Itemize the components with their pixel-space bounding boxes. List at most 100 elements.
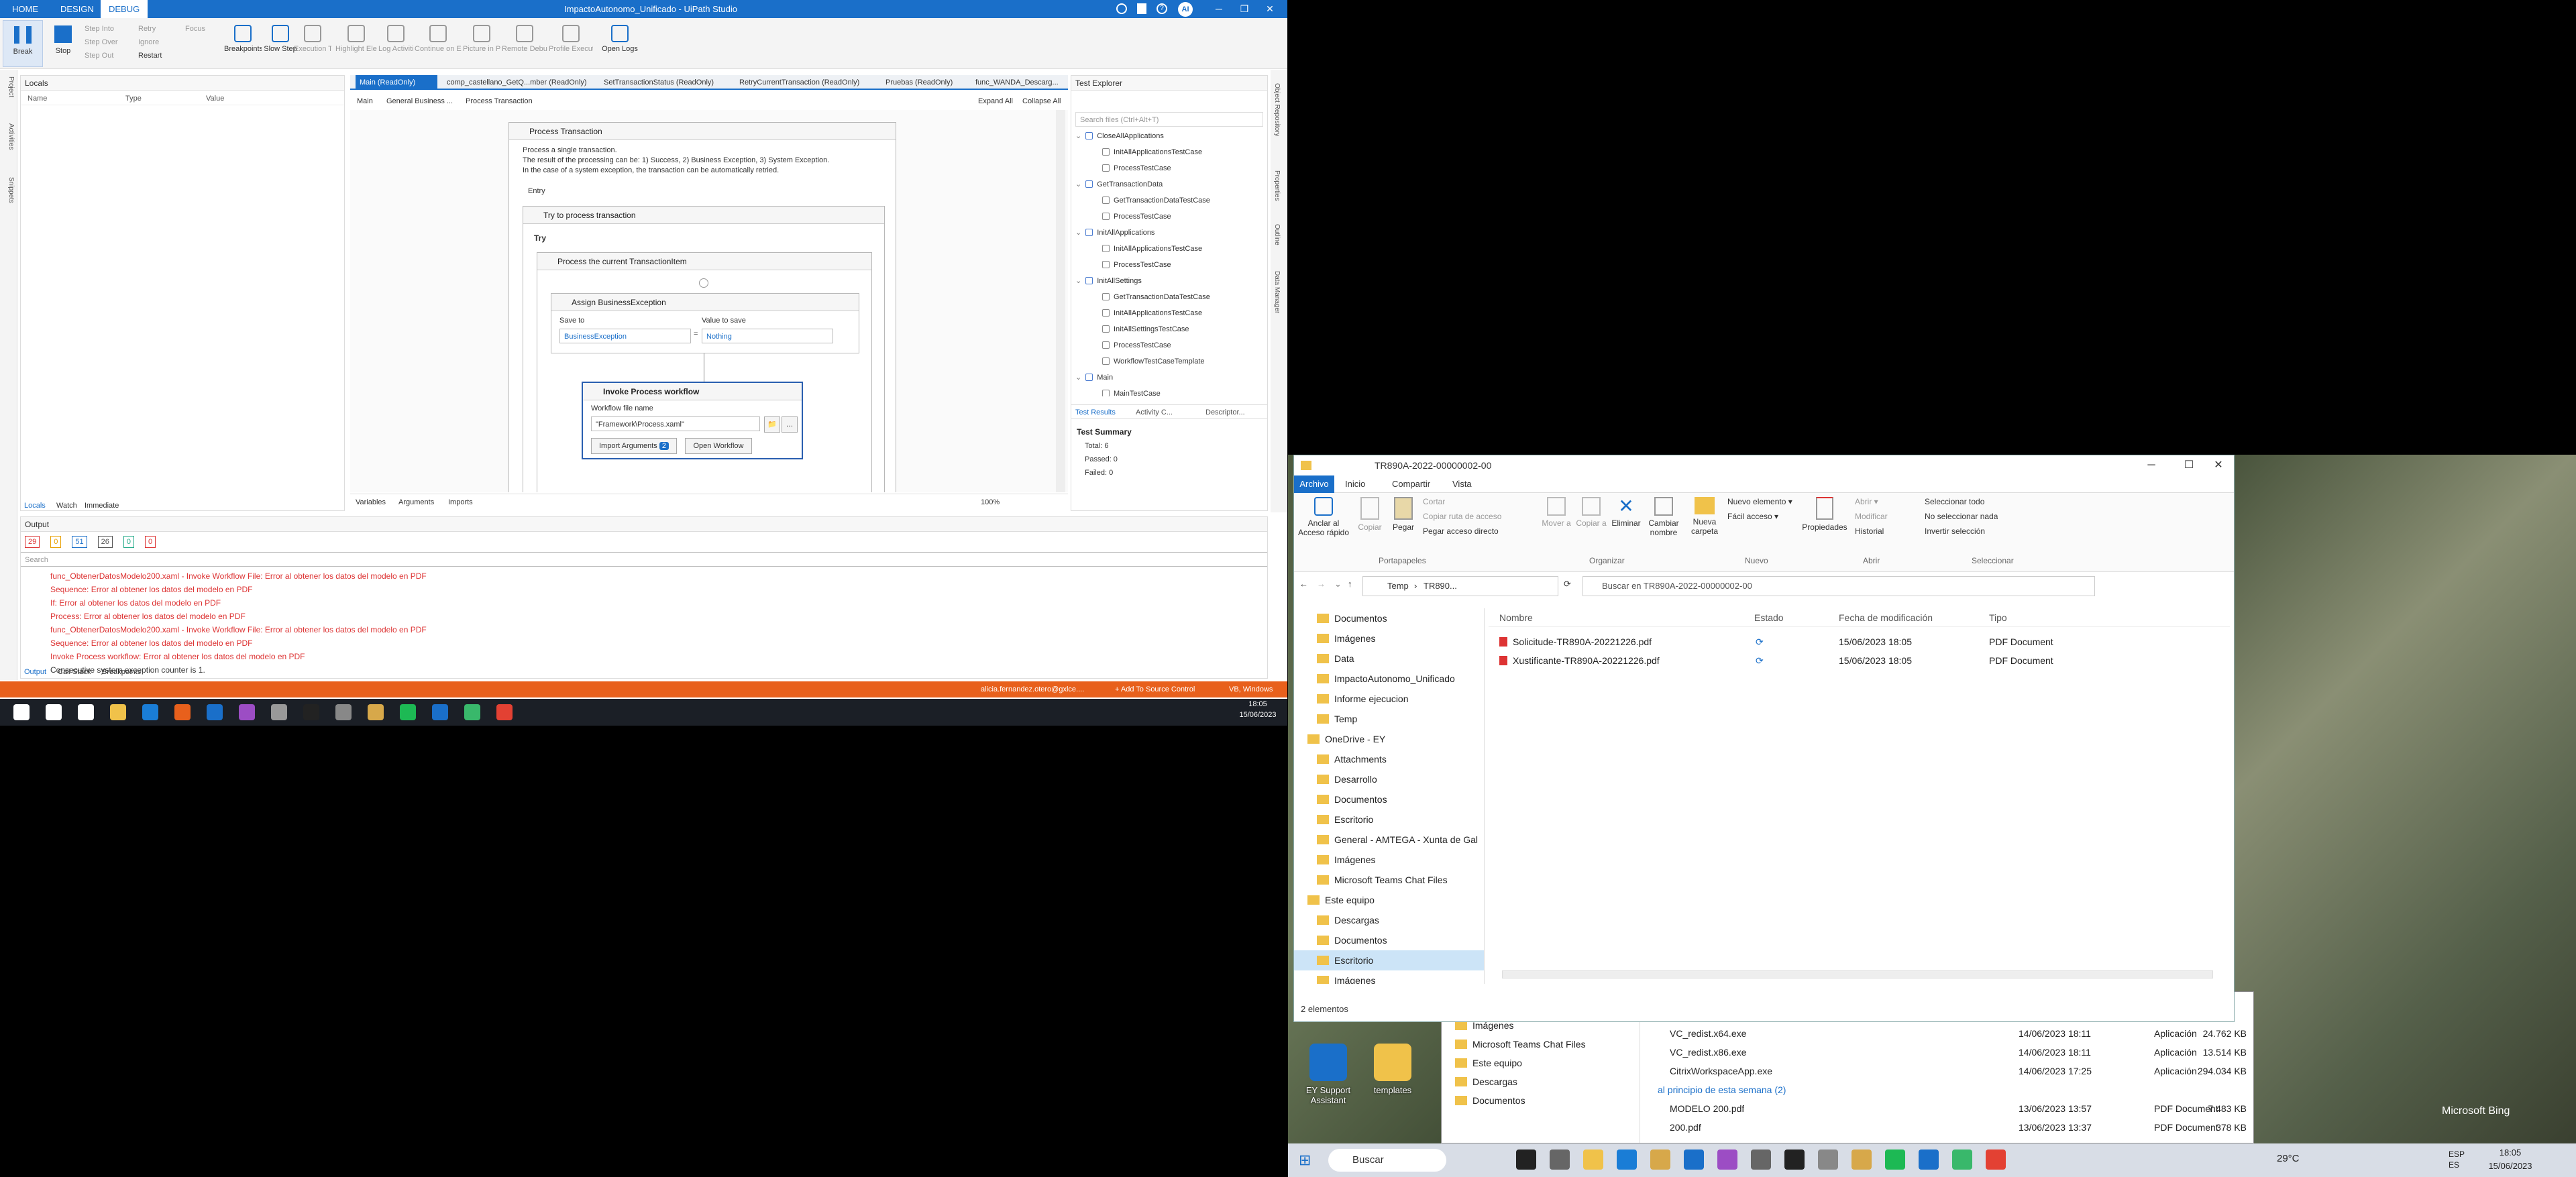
tab-debug[interactable]: DEBUG <box>101 0 148 18</box>
slow-step-button[interactable]: Slow Step <box>263 22 298 66</box>
picture-in-picture-button[interactable]: Picture in Picture <box>463 22 500 66</box>
expand-all-link[interactable]: Expand All <box>978 94 1013 109</box>
output-tab[interactable]: Output <box>24 665 46 679</box>
file-row[interactable]: VC_redist.x64.exe 14/06/2023 18:11 Aplicac… <box>1650 1024 2247 1043</box>
forward-icon[interactable]: → <box>1317 579 1326 589</box>
abrir-button[interactable]: Abrir ▾ <box>1855 497 1878 506</box>
task-view-icon[interactable] <box>78 704 94 720</box>
add-activity-icon[interactable] <box>699 278 708 288</box>
zoom-level[interactable]: 100% <box>981 494 1000 510</box>
step-over-button[interactable]: Step Over <box>85 36 138 49</box>
nav-item[interactable]: OneDrive - EY <box>1294 729 1484 749</box>
col-estado[interactable]: Estado <box>1754 612 1784 623</box>
facil-acceso-button[interactable]: Fácil acceso ▾ <box>1727 512 1778 521</box>
cambiar-nombre-button[interactable]: Cambiar nombre <box>1644 497 1683 537</box>
cortar-button[interactable]: Cortar <box>1423 497 1445 506</box>
refresh-icon[interactable]: ⟳ <box>1564 579 1571 590</box>
breadcrumb-main[interactable]: Main <box>357 94 373 109</box>
tab-immediate[interactable]: Immediate <box>85 499 119 512</box>
tab-design[interactable]: DESIGN <box>52 0 102 18</box>
nav-item[interactable]: Imágenes <box>1294 628 1484 649</box>
nav-item[interactable]: Este equipo <box>1294 890 1484 910</box>
nav-item[interactable]: Imágenes <box>1294 970 1484 984</box>
edge-icon[interactable] <box>142 704 158 720</box>
rail-data-manager[interactable]: Data Manager <box>1273 271 1281 313</box>
teams-icon[interactable] <box>239 704 255 720</box>
test-case[interactable]: ProcessTestCase <box>1075 257 1263 273</box>
restart-button[interactable]: Restart <box>138 49 185 62</box>
explorer-search-input[interactable]: Buscar en TR890A-2022-00000002-00 <box>1582 576 2095 596</box>
uipath-studio-icon[interactable] <box>1919 1150 1939 1170</box>
rail-object-repository[interactable]: Object Repository <box>1273 83 1281 136</box>
historial-button[interactable]: Historial <box>1855 526 1884 536</box>
file-explorer-icon[interactable] <box>110 704 126 720</box>
nav-item[interactable]: Desarrollo <box>1294 769 1484 789</box>
file-row[interactable]: VC_redist.x86.exe 14/06/2023 18:11 Aplicac… <box>1650 1043 2247 1062</box>
teams-icon[interactable] <box>1717 1150 1737 1170</box>
ey-icon[interactable] <box>1516 1150 1536 1170</box>
rail-properties[interactable]: Properties <box>1273 170 1281 201</box>
nuevo-elemento-button[interactable]: Nuevo elemento ▾ <box>1727 497 1792 506</box>
test-case[interactable]: InitAllApplicationsTestCase <box>1075 305 1263 321</box>
pegar-button[interactable]: Pegar <box>1387 497 1420 532</box>
variables-tab[interactable]: Variables <box>356 494 386 510</box>
output-filter-count[interactable]: 51 <box>72 536 87 548</box>
back-icon[interactable]: ← <box>1299 579 1308 589</box>
nav-item[interactable]: Imágenes <box>1294 850 1484 870</box>
nav-item[interactable]: Microsoft Teams Chat Files <box>1294 870 1484 890</box>
ignore-button[interactable]: Ignore <box>138 36 185 49</box>
mover-button[interactable]: Mover a <box>1540 497 1573 528</box>
file-row[interactable]: MODELO 200.pdf 13/06/2023 13:57 PDF Docume… <box>1650 1099 2247 1118</box>
taskbar-search[interactable]: Buscar <box>1328 1149 1446 1172</box>
rail-outline[interactable]: Outline <box>1273 224 1281 245</box>
test-case[interactable]: ProcessTestCase <box>1075 160 1263 176</box>
arguments-tab[interactable]: Arguments <box>398 494 434 510</box>
step-into-button[interactable]: Step Into <box>85 22 138 36</box>
more-button[interactable]: … <box>782 416 798 433</box>
nueva-carpeta-button[interactable]: Nueva carpeta <box>1686 497 1723 536</box>
output-filter-count[interactable]: 0 <box>123 536 134 548</box>
app-icon[interactable] <box>464 704 480 720</box>
app-icon[interactable] <box>1650 1150 1670 1170</box>
test-case[interactable]: InitAllApplicationsTestCase <box>1075 241 1263 257</box>
settings-icon[interactable] <box>271 704 287 720</box>
output-filter-count[interactable]: 0 <box>145 536 156 548</box>
imports-tab[interactable]: Imports <box>448 494 473 510</box>
continue-on-exception-button[interactable]: Continue on Exception <box>415 22 462 66</box>
doc-tab-settransaction[interactable]: SetTransactionStatus (ReadOnly) <box>604 75 724 90</box>
no-seleccionar-button[interactable]: No seleccionar nada <box>1925 512 1998 521</box>
test-case[interactable]: WorkflowTestCaseTemplate <box>1075 353 1263 370</box>
focus-button[interactable]: Focus <box>185 22 225 36</box>
output-search-input[interactable]: Search <box>21 552 1267 567</box>
settings-icon[interactable] <box>1751 1150 1771 1170</box>
file-row[interactable]: 200.pdf 13/06/2023 13:37 PDF Document 378 K… <box>1650 1118 2247 1137</box>
nav-item[interactable]: Microsoft Teams Chat Files <box>1455 1035 1636 1054</box>
breadcrumb-general[interactable]: General Business ... <box>386 94 453 109</box>
break-button[interactable]: Break <box>3 20 43 67</box>
test-results-tab[interactable]: Test Results <box>1075 405 1116 420</box>
activity-coverage-tab[interactable]: Activity C... <box>1136 405 1189 420</box>
nav-item[interactable]: Documentos <box>1294 930 1484 950</box>
spotify-icon[interactable] <box>1885 1150 1905 1170</box>
avatar[interactable]: AI <box>1178 2 1193 17</box>
assign-activity[interactable]: Assign BusinessException Save to Value t… <box>551 293 859 353</box>
edge-icon[interactable] <box>1617 1150 1637 1170</box>
nav-item[interactable]: Documentos <box>1294 608 1484 628</box>
app-icon[interactable] <box>335 704 352 720</box>
rail-snippets[interactable]: Snippets <box>3 177 15 203</box>
folder-icon[interactable]: 📁 <box>764 416 780 433</box>
nav-item[interactable]: Documentos <box>1294 789 1484 809</box>
language-indicator[interactable]: ESP ES <box>2449 1149 2465 1170</box>
test-case[interactable]: ProcessTestCase <box>1075 209 1263 225</box>
app-icon[interactable] <box>1784 1150 1805 1170</box>
search-icon[interactable] <box>46 704 62 720</box>
bell-icon[interactable] <box>1137 3 1146 14</box>
uipath-studio-icon[interactable] <box>432 704 448 720</box>
windows-icon[interactable] <box>13 704 30 720</box>
app-icon[interactable] <box>174 704 191 720</box>
minimize-icon[interactable]: ─ <box>1209 0 1229 18</box>
windows-icon[interactable]: ⊞ <box>1299 1152 1311 1169</box>
process-current-item-activity[interactable]: Process the current TransactionItem Assi… <box>537 252 872 492</box>
app-icon[interactable] <box>1818 1150 1838 1170</box>
remote-debugging-button[interactable]: Remote Debugging <box>502 22 547 66</box>
